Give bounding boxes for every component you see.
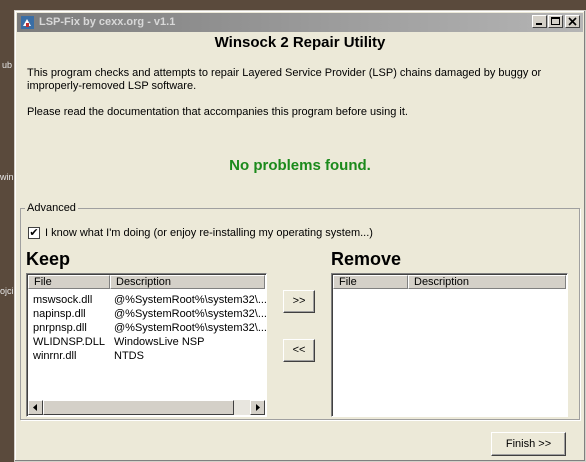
desktop-text: ub <box>2 60 13 70</box>
app-icon <box>21 16 34 29</box>
remove-column-description[interactable]: Description <box>408 275 566 289</box>
keep-row-description: NTDS <box>114 350 144 362</box>
desktop-text: ojci <box>0 286 14 296</box>
remove-title: Remove <box>331 249 402 269</box>
keep-row-description: WindowsLive NSP <box>114 336 205 348</box>
close-icon <box>568 17 577 26</box>
advanced-label: Advanced <box>25 202 78 214</box>
window-title: LSP-Fix by cexx.org - v1.1 <box>39 16 176 28</box>
keep-row[interactable]: mswsock.dll @%SystemRoot%\system32\... <box>33 293 267 307</box>
remove-column-file[interactable]: File <box>333 275 408 289</box>
keep-horizontal-scrollbar[interactable] <box>28 400 265 415</box>
keep-row[interactable]: pnrpnsp.dll @%SystemRoot%\system32\... <box>33 321 267 335</box>
keep-row[interactable]: napinsp.dll @%SystemRoot%\system32\... <box>33 307 267 321</box>
intro-text-line1: This program checks and attempts to repa… <box>27 67 542 79</box>
maximize-button[interactable] <box>548 15 563 28</box>
keep-listbox[interactable]: File Description mswsock.dll @%SystemRoo… <box>26 273 267 417</box>
keep-row-description: @%SystemRoot%\system32\... <box>114 294 267 306</box>
advanced-checkbox[interactable]: ✔ <box>28 227 40 239</box>
keep-row-file: WLIDNSP.DLL <box>33 336 105 348</box>
keep-row-file: winrnr.dll <box>33 350 77 362</box>
keep-row[interactable]: WLIDNSP.DLL WindowsLive NSP <box>33 335 204 349</box>
main-window: LSP-Fix by cexx.org - v1.1 Winsock 2 Rep… <box>14 10 586 462</box>
keep-row-description: @%SystemRoot%\system32\... <box>114 308 267 320</box>
minimize-button[interactable] <box>532 15 547 28</box>
keep-row[interactable]: winrnr.dll NTDS <box>33 349 144 363</box>
arrow-left-icon <box>33 404 37 411</box>
minimize-icon <box>536 23 542 25</box>
keep-column-description[interactable]: Description <box>110 275 265 289</box>
title-bar[interactable]: LSP-Fix by cexx.org - v1.1 <box>17 13 583 32</box>
intro-text-line2: improperly-removed LSP software. <box>27 80 197 92</box>
advanced-checkbox-label[interactable]: I know what I'm doing (or enjoy re-insta… <box>45 227 373 239</box>
scroll-thumb[interactable] <box>43 400 234 415</box>
app-heading: Winsock 2 Repair Utility <box>214 34 386 51</box>
status-message: No problems found. <box>229 157 371 174</box>
maximize-icon <box>551 17 560 25</box>
close-button[interactable] <box>565 15 580 28</box>
keep-row-description: @%SystemRoot%\system32\... <box>114 322 267 334</box>
arrow-right-icon <box>256 404 260 411</box>
keep-title: Keep <box>26 249 71 269</box>
scroll-right-button[interactable] <box>250 400 265 415</box>
finish-button[interactable]: Finish >> <box>491 432 566 456</box>
keep-row-file: pnrpnsp.dll <box>33 322 87 334</box>
keep-row-file: mswsock.dll <box>33 294 93 306</box>
move-to-keep-button[interactable]: << <box>283 339 315 362</box>
move-to-remove-button[interactable]: >> <box>283 290 315 313</box>
documentation-note: Please read the documentation that accom… <box>27 106 408 118</box>
remove-listbox[interactable]: File Description <box>331 273 568 417</box>
scroll-left-button[interactable] <box>28 400 43 415</box>
keep-column-file[interactable]: File <box>28 275 110 289</box>
keep-row-file: napinsp.dll <box>33 308 86 320</box>
